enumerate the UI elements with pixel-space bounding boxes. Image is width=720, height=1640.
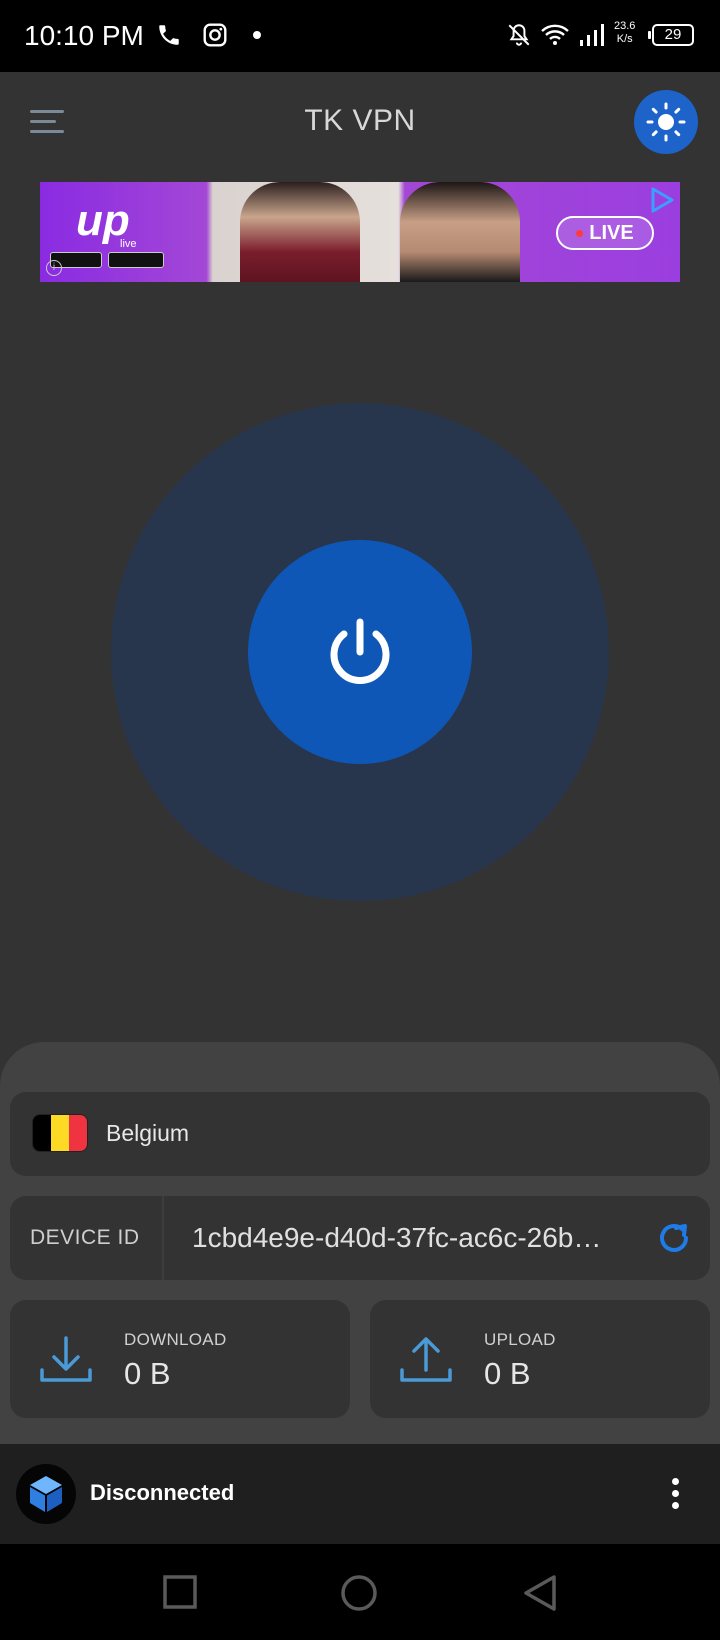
instagram-icon — [203, 23, 227, 47]
bell-off-icon — [508, 24, 530, 46]
connection-status-text: Disconnected — [90, 1480, 235, 1505]
connect-power-button[interactable] — [248, 540, 472, 764]
download-icon — [40, 1336, 92, 1382]
home-circle-icon[interactable] — [340, 1574, 378, 1612]
download-stat-card: DOWNLOAD 0 B — [10, 1300, 350, 1418]
navigation-bar — [0, 1544, 720, 1640]
phone-icon — [159, 25, 179, 45]
sun-icon — [646, 102, 686, 142]
power-icon — [330, 618, 390, 684]
ad-live-badge: LIVE — [556, 216, 654, 250]
vpn-app: TK VPN up live LIVE i Belgium DEVICE ID … — [0, 72, 720, 1544]
signal-icon — [580, 24, 604, 46]
download-label: DOWNLOAD — [124, 1330, 227, 1349]
upload-label: UPLOAD — [484, 1330, 556, 1349]
status-bar: 10:10 PM 23.6 K/s 29 — [0, 0, 720, 72]
ad-image-person-right — [400, 182, 520, 282]
upload-value: 0 B — [484, 1356, 531, 1391]
ad-live-label: LIVE — [589, 222, 634, 244]
refresh-icon[interactable] — [654, 1218, 694, 1258]
ad-info-icon[interactable]: i — [46, 260, 62, 276]
speed-value: 23.6 — [614, 20, 636, 32]
ad-banner[interactable]: up live LIVE i — [40, 182, 680, 282]
server-location-selector[interactable]: Belgium — [10, 1092, 710, 1176]
app-title: TK VPN — [304, 104, 416, 137]
divider — [162, 1196, 164, 1280]
network-speed: 23.6 K/s — [614, 20, 635, 46]
recents-square-icon[interactable] — [162, 1574, 198, 1610]
google-play-badge — [108, 252, 164, 268]
ad-choices-icon[interactable] — [648, 186, 676, 214]
dot-icon — [253, 31, 261, 39]
device-id-value: 1cbd4e9e-d40d-37fc-ac6c-26b… — [192, 1222, 602, 1253]
download-value: 0 B — [124, 1356, 171, 1391]
ad-image-person-left — [240, 182, 360, 282]
battery-indicator: 29 — [648, 24, 694, 46]
more-vertical-icon[interactable] — [664, 1474, 688, 1514]
top-bar: TK VPN — [0, 72, 720, 172]
connection-status-bar[interactable]: Disconnected — [0, 1444, 720, 1544]
wifi-icon — [541, 24, 569, 45]
ad-brand-sub: live — [120, 238, 137, 250]
theme-toggle-button[interactable] — [634, 90, 698, 154]
device-id-card: DEVICE ID 1cbd4e9e-d40d-37fc-ac6c-26b… — [10, 1196, 710, 1280]
upload-icon — [400, 1337, 452, 1382]
country-name: Belgium — [106, 1120, 190, 1146]
belgium-flag-icon — [32, 1114, 88, 1152]
upload-stat-card: UPLOAD 0 B — [370, 1300, 710, 1418]
status-time: 10:10 PM — [24, 20, 144, 51]
device-id-label: DEVICE ID — [30, 1226, 140, 1249]
back-triangle-icon[interactable] — [522, 1574, 558, 1612]
cube-logo-icon — [16, 1464, 76, 1524]
speed-unit: K/s — [616, 33, 633, 45]
